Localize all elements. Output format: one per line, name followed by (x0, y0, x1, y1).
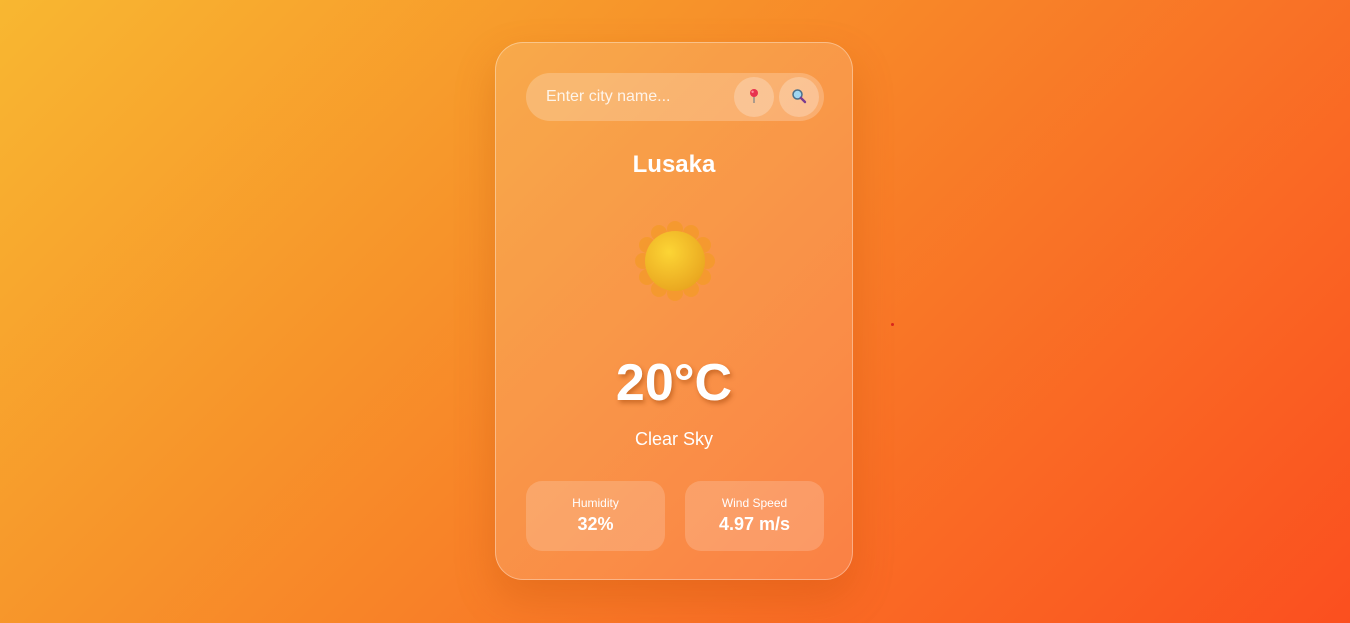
humidity-box: Humidity 32% (526, 481, 665, 551)
location-button[interactable] (734, 77, 774, 117)
wind-speed-value: 4.97 m/s (718, 514, 791, 534)
weather-description: Clear Sky (634, 429, 714, 449)
wind-speed-label: Wind Speed (721, 496, 788, 510)
city-search-input[interactable] (546, 73, 731, 121)
humidity-value: 32% (577, 514, 614, 534)
sun-icon (635, 221, 715, 301)
weather-card: Lusaka (495, 42, 853, 580)
temperature: 20°C (615, 354, 733, 412)
search-button[interactable] (779, 77, 819, 117)
red-dot (891, 323, 894, 326)
wind-speed-box: Wind Speed 4.97 m/s (685, 481, 824, 551)
pin-icon (747, 88, 761, 107)
search-bar (526, 73, 824, 121)
city-name: Lusaka (632, 151, 716, 178)
magnifier-icon (791, 88, 807, 107)
humidity-label: Humidity (572, 496, 619, 510)
